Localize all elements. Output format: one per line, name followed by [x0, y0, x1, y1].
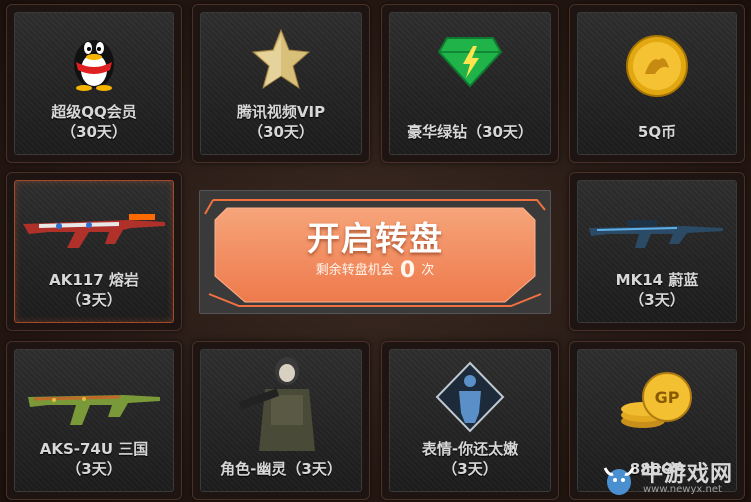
prize-tile-green-diamond: 豪华绿钻（30天）	[381, 4, 559, 163]
prize-duration: （3天）	[66, 460, 122, 478]
site-watermark: 牛游戏网 www.newyx.net	[597, 456, 747, 500]
prize-tile-aks74u: AKS-74U 三国 （3天）	[6, 341, 182, 500]
prize-tile-qq-vip: 超级QQ会员 （30天）	[6, 4, 182, 163]
prize-name: MK14 蔚蓝	[615, 271, 699, 289]
smg-icon	[28, 395, 160, 425]
prize-tile-ghost: 角色-幽灵（3天）	[192, 341, 370, 500]
prize-duration: （3天）	[66, 291, 122, 309]
prize-tile-ak117: AK117 熔岩 （3天）	[6, 172, 182, 331]
prize-name: 腾讯视频VIP	[236, 103, 326, 121]
remaining-count: 0	[399, 258, 416, 283]
remaining-chances: 剩余转盘机会 0 次	[199, 258, 551, 283]
emote-silhouette-icon	[435, 361, 505, 433]
prize-name: 表情-你还太嫩	[421, 440, 519, 458]
remaining-prefix: 剩余转盘机会	[315, 263, 394, 278]
prize-name: 超级QQ会员	[51, 103, 137, 121]
prize-tile-q-coin: 5Q币	[569, 4, 745, 163]
prize-name: AKS-74U 三国	[39, 440, 149, 458]
bull-logo-icon	[603, 467, 635, 495]
green-diamond-icon	[437, 37, 503, 88]
prize-name: 豪华绿钻（30天）	[407, 123, 533, 141]
prize-tile-tencent-video: 腾讯视频VIP （30天）	[192, 4, 370, 163]
prize-duration: （30天）	[61, 123, 127, 141]
prize-duration: （30天）	[248, 123, 314, 141]
qq-penguin-icon	[74, 40, 114, 91]
prize-tile-emote: 表情-你还太嫩 （3天）	[381, 341, 559, 500]
prize-duration: （3天）	[629, 291, 685, 309]
prize-duration: （3天）	[442, 460, 498, 478]
watermark-url: www.newyx.net	[643, 484, 722, 495]
prize-name: 角色-幽灵（3天）	[220, 460, 342, 478]
prize-name: AK117 熔岩	[49, 271, 139, 289]
remaining-suffix: 次	[421, 263, 435, 278]
soldier-icon	[238, 357, 315, 451]
lottery-board: 超级QQ会员 （30天） 腾讯视频VIP （30天） 豪华绿钻（30天） 5Q币	[0, 0, 751, 502]
prize-name: 5Q币	[637, 123, 677, 141]
sniper-rifle-icon	[589, 220, 723, 248]
star-icon	[251, 28, 311, 90]
prize-tile-mk14: MK14 蔚蓝 （3天）	[569, 172, 745, 331]
gp-coins-icon: GP	[621, 372, 692, 428]
svg-text:GP: GP	[655, 388, 680, 407]
q-coin-icon	[626, 35, 688, 97]
start-spin-button[interactable]: 开启转盘 剩余转盘机会 0 次	[199, 190, 551, 314]
rifle-icon	[23, 214, 165, 248]
start-spin-title: 开启转盘	[307, 219, 443, 258]
